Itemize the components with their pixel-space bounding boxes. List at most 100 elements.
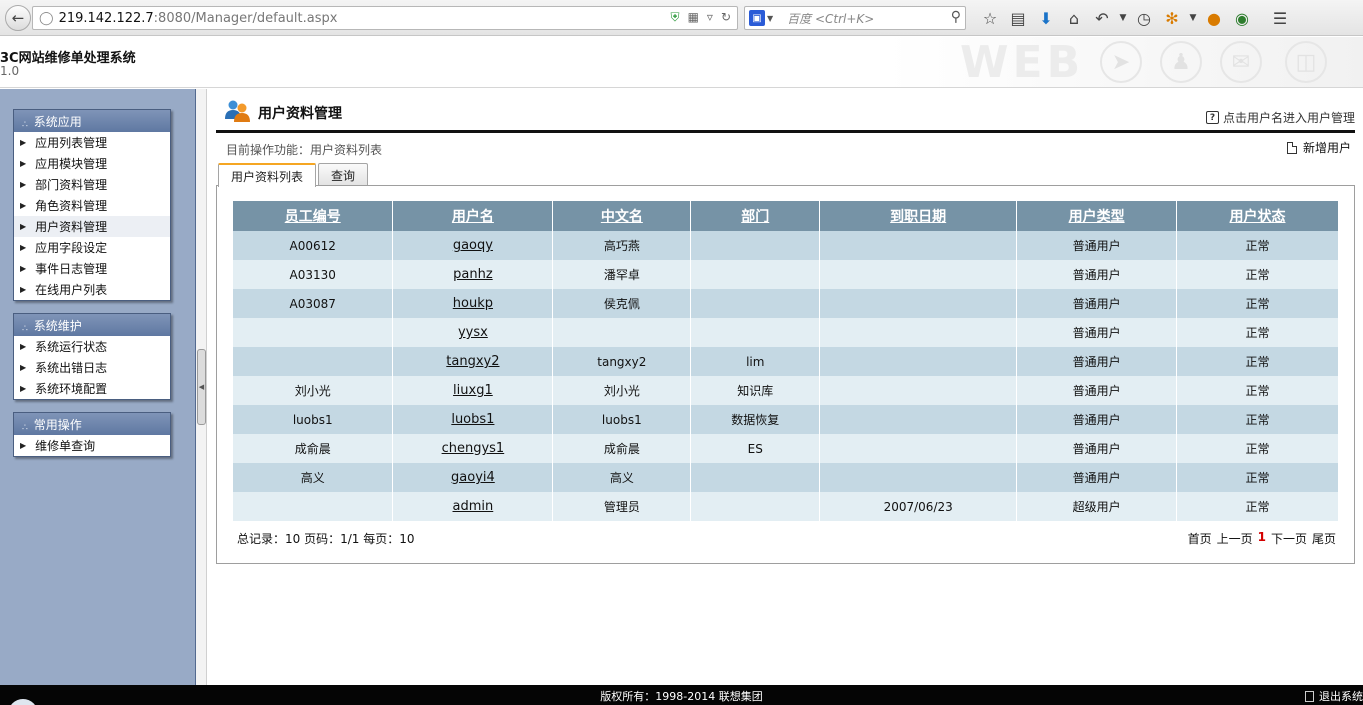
- column-header-user-status[interactable]: 用户状态: [1176, 201, 1339, 231]
- dropdown-icon[interactable]: ▿: [707, 10, 713, 25]
- cell-employee-id: [233, 492, 394, 521]
- sidebar-item-users[interactable]: ▶ 用户资料管理: [14, 216, 170, 237]
- record-summary: 总记录：10 页码：1/1 每页：10: [237, 532, 415, 546]
- sidebar-item-app-list[interactable]: ▶ 应用列表管理: [14, 132, 170, 153]
- search-placeholder: 百度 <Ctrl+K>: [787, 11, 875, 26]
- new-document-icon: [1286, 141, 1297, 154]
- extension-menu-icon[interactable]: ▼: [1186, 6, 1200, 30]
- footer: 版权所有：1998-2014 联想集团 退出系统: [0, 685, 1363, 705]
- username-link[interactable]: luobs1: [451, 412, 494, 427]
- cell-hire-date: [819, 318, 1018, 347]
- cell-chinese-name: 刘小光: [552, 376, 692, 405]
- sidebar-item-repair-order-query[interactable]: ▶ 维修单查询: [14, 435, 170, 456]
- arrow-right-icon: ▶: [20, 201, 27, 210]
- tab-bar: 用户资料列表 查询: [218, 163, 370, 187]
- back-arrow-icon[interactable]: ←: [5, 5, 31, 31]
- username-link[interactable]: gaoyi4: [451, 470, 495, 485]
- cell-chinese-name: luobs1: [552, 405, 692, 434]
- search-icon[interactable]: ⚲: [951, 9, 961, 25]
- undo-icon[interactable]: ↶: [1088, 6, 1116, 30]
- username-link[interactable]: chengys1: [442, 441, 505, 456]
- home-icon[interactable]: ⌂: [1060, 6, 1088, 30]
- menu-group-header[interactable]: ∴ 常用操作: [14, 413, 170, 435]
- sidebar-item-label: 角色资料管理: [35, 199, 108, 213]
- search-engine-dropdown-icon[interactable]: ▼: [767, 14, 773, 23]
- arrow-right-icon: ▶: [20, 441, 27, 450]
- last-page-link[interactable]: 尾页: [1312, 530, 1336, 547]
- username-link[interactable]: panhz: [453, 267, 493, 282]
- sidebar-item-label: 维修单查询: [35, 439, 96, 453]
- username-link[interactable]: gaoqy: [453, 238, 493, 253]
- cell-chinese-name: 侯克佩: [552, 289, 692, 318]
- sidebar-splitter[interactable]: ◀: [196, 89, 207, 685]
- sidebar-item-event-log[interactable]: ▶ 事件日志管理: [14, 258, 170, 279]
- menu-group-system-apps: ∴ 系统应用 ▶ 应用列表管理 ▶ 应用模块管理 ▶ 部门资料管理 ▶ 角色资料管理 ▶ 用…: [13, 109, 171, 301]
- bookmark-star-icon[interactable]: ☆: [976, 6, 1004, 30]
- sidebar-item-online-users[interactable]: ▶ 在线用户列表: [14, 279, 170, 300]
- username-link[interactable]: houkp: [453, 296, 493, 311]
- sidebar-item-system-status[interactable]: ▶ 系统运行状态: [14, 336, 170, 357]
- add-user-button[interactable]: 新增用户: [1286, 139, 1351, 156]
- sidebar-item-departments[interactable]: ▶ 部门资料管理: [14, 174, 170, 195]
- username-link[interactable]: liuxg1: [453, 383, 493, 398]
- globe-icon: ◯: [39, 10, 54, 26]
- menu-group-header[interactable]: ∴ 系统维护: [14, 314, 170, 336]
- table-body: A00612 gaoqy 高巧燕 普通用户 正常 A03130 panhz 潘罕卓 普通用户 正常…: [233, 231, 1339, 521]
- column-header-department[interactable]: 部门: [690, 201, 821, 231]
- column-header-chinese-name[interactable]: 中文名: [552, 201, 692, 231]
- next-page-link[interactable]: 下一页: [1271, 530, 1307, 547]
- username-link[interactable]: yysx: [458, 325, 488, 340]
- undo-menu-icon[interactable]: ▼: [1116, 6, 1130, 30]
- cell-username: gaoyi4: [392, 463, 554, 492]
- sidebar-item-roles[interactable]: ▶ 角色资料管理: [14, 195, 170, 216]
- sidebar-item-app-fields[interactable]: ▶ 应用字段设定: [14, 237, 170, 258]
- column-header-hire-date[interactable]: 到职日期: [819, 201, 1018, 231]
- username-link[interactable]: tangxy2: [446, 354, 499, 369]
- shield-icon[interactable]: ⛨: [671, 10, 680, 25]
- extension-icon[interactable]: ✻: [1158, 6, 1186, 30]
- collapse-sidebar-handle[interactable]: ◀: [197, 349, 206, 425]
- prev-page-link[interactable]: 上一页: [1217, 530, 1253, 547]
- logout-button[interactable]: 退出系统: [1305, 688, 1363, 704]
- cell-user-type: 普通用户: [1016, 463, 1178, 492]
- menu-hamburger-icon[interactable]: ☰: [1266, 6, 1294, 30]
- column-header-username[interactable]: 用户名: [392, 201, 554, 231]
- sidebar-item-error-log[interactable]: ▶ 系统出错日志: [14, 357, 170, 378]
- tab-user-list[interactable]: 用户资料列表: [218, 163, 317, 187]
- cell-chinese-name: 成俞晨: [552, 434, 692, 463]
- table-row: luobs1 luobs1 luobs1 数据恢复 普通用户 正常: [233, 405, 1339, 434]
- security-addon-icon[interactable]: ◉: [1228, 6, 1256, 30]
- reload-icon[interactable]: ↻: [721, 10, 731, 25]
- menu-group-header[interactable]: ∴ 系统应用: [14, 110, 170, 132]
- cell-chinese-name: 高巧燕: [552, 231, 692, 260]
- menu-group-common-ops: ∴ 常用操作 ▶ 维修单查询: [13, 412, 171, 457]
- cell-hire-date: [819, 434, 1018, 463]
- table-row: A03087 houkp 侯克佩 普通用户 正常: [233, 289, 1339, 318]
- address-bar[interactable]: ◯ 219.142.122.7:8080/Manager/default.asp…: [32, 6, 738, 30]
- username-link[interactable]: admin: [453, 499, 494, 514]
- profile-icon[interactable]: ●: [1200, 6, 1228, 30]
- column-header-employee-id[interactable]: 员工编号: [233, 201, 394, 231]
- column-header-user-type[interactable]: 用户类型: [1016, 201, 1178, 231]
- sidebar-item-app-modules[interactable]: ▶ 应用模块管理: [14, 153, 170, 174]
- history-clock-icon[interactable]: ◷: [1130, 6, 1158, 30]
- cell-hire-date: [819, 463, 1018, 492]
- download-icon[interactable]: ⬇: [1032, 6, 1060, 30]
- table-row: 刘小光 liuxg1 刘小光 知识库 普通用户 正常: [233, 376, 1339, 405]
- tab-query[interactable]: 查询: [318, 163, 369, 186]
- first-page-link[interactable]: 首页: [1188, 530, 1212, 547]
- reading-list-icon[interactable]: ▤: [1004, 6, 1032, 30]
- arrow-right-icon: ▶: [20, 222, 27, 231]
- cell-user-type: 普通用户: [1016, 434, 1178, 463]
- menu-group-title: 系统应用: [33, 115, 82, 129]
- cell-department: ES: [690, 434, 821, 463]
- search-box[interactable]: ▣ ▼ 百度 <Ctrl+K> ⚲: [744, 6, 966, 30]
- browser-toolbar: ← ◯ 219.142.122.7:8080/Manager/default.a…: [0, 0, 1363, 36]
- sidebar-item-environment-config[interactable]: ▶ 系统环境配置: [14, 378, 170, 399]
- search-engine-icon[interactable]: ▣: [749, 10, 765, 26]
- cell-chinese-name: 高义: [552, 463, 692, 492]
- help-hint: ? 点击用户名进入用户管理: [1205, 109, 1355, 126]
- app-header: 3C网站维修单处理系统 1.0 WEB ➤ ♟ ✉ ◫: [0, 37, 1363, 88]
- qr-code-icon[interactable]: ▦: [688, 10, 699, 25]
- header-watermark: WEB: [960, 37, 1085, 88]
